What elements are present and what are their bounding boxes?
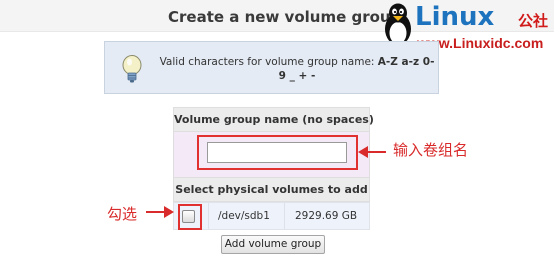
- checkbox-annotation-label: 勾选: [107, 205, 138, 223]
- info-text: Valid characters for volume group name: …: [157, 55, 437, 83]
- input-annotation-arrow-icon: [358, 146, 386, 158]
- add-volume-group-button[interactable]: Add volume group: [221, 235, 325, 254]
- volume-device: /dev/sdb1: [218, 210, 270, 222]
- name-header: Volume group name (no spaces): [173, 107, 374, 132]
- info-box: Valid characters for volume group name: …: [104, 41, 439, 94]
- column-divider: [208, 203, 209, 229]
- watermark-brand-cn: 公社: [518, 12, 549, 30]
- column-divider: [284, 203, 285, 229]
- physical-volume-row: /dev/sdb1 2929.69 GB: [173, 202, 370, 230]
- input-annotation-label: 输入卷组名: [393, 141, 469, 159]
- checkbox-highlight-box: [178, 204, 202, 230]
- name-input-row: [173, 132, 370, 177]
- info-prefix: Valid characters for volume group name:: [159, 56, 378, 68]
- page-title: Create a new volume group: [168, 8, 402, 26]
- input-highlight-box: [197, 135, 358, 170]
- watermark-brand: Linux: [415, 2, 495, 32]
- checkbox-annotation-arrow-icon: [146, 206, 174, 218]
- lightbulb-icon: [122, 55, 142, 83]
- volume-size: 2929.69 GB: [295, 210, 358, 222]
- physical-volumes-header: Select physical volumes to add: [173, 177, 370, 202]
